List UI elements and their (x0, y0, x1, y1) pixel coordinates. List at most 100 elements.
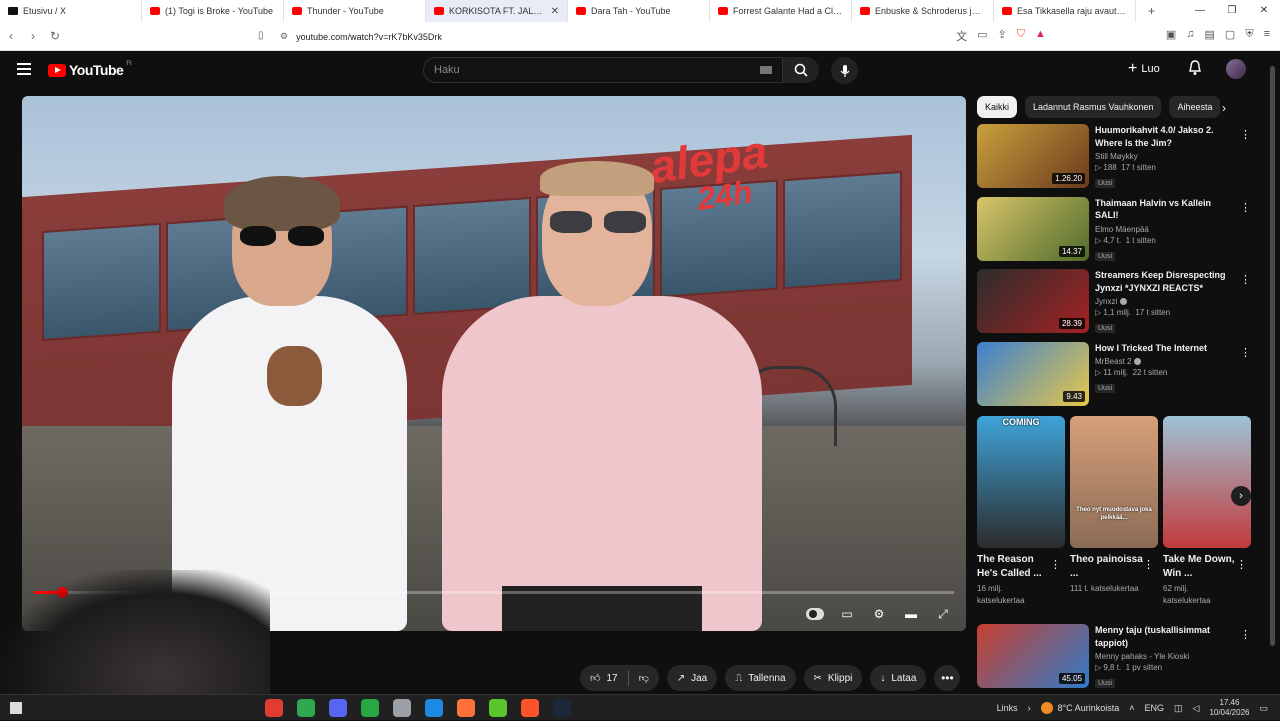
channel-name[interactable]: Jynxzi (1095, 297, 1117, 306)
filter-chip[interactable]: Ladannut Rasmus Vauhkonen (1025, 96, 1162, 118)
close-window-icon[interactable]: ✕ (1248, 0, 1280, 22)
start-icon[interactable] (10, 702, 22, 714)
video-title[interactable]: Streamers Keep Disrespecting Jynxzi *JYN… (1095, 269, 1235, 294)
video-thumbnail[interactable]: 1.26.20 (977, 124, 1089, 188)
volume-icon[interactable]: ◁ (1193, 703, 1200, 714)
wallet-icon[interactable]: ▢ (1225, 28, 1235, 44)
close-tab-icon[interactable]: ✕ (551, 6, 559, 17)
taskbar-app-icon[interactable] (521, 699, 539, 717)
create-button[interactable]: + Luo (1128, 60, 1160, 78)
minimize-icon[interactable]: — (1184, 0, 1216, 22)
more-vertical-icon[interactable]: ⋮ (1240, 628, 1251, 641)
list-item[interactable]: 28.39 Streamers Keep Disrespecting Jynxzi… (977, 269, 1267, 335)
taskbar-app-icon[interactable] (553, 699, 571, 717)
reload-icon[interactable]: ↻ (44, 29, 66, 43)
list-item[interactable]: 9.43 How I Tricked The Internet MrBeast 2 ▷… (977, 341, 1267, 408)
chevron-up-icon[interactable]: › (1028, 703, 1031, 713)
media-icon[interactable]: ♫ (1186, 28, 1194, 44)
cast-icon[interactable]: ▭ (977, 28, 987, 44)
more-vertical-icon[interactable]: ⋮ (1240, 346, 1251, 359)
video-thumbnail[interactable]: 28.39 (977, 269, 1089, 333)
vpn-icon[interactable]: ⛨ (1245, 28, 1253, 44)
dislike-button[interactable]: 👎︎ (639, 672, 649, 684)
hamburger-menu-icon[interactable] (17, 63, 31, 75)
theater-mode-icon[interactable]: ▬ (902, 605, 920, 623)
short-title[interactable]: Theo painoissa ... (1070, 553, 1144, 581)
voice-search-button[interactable] (831, 57, 858, 84)
sidebar-toggle-icon[interactable]: ▣ (1166, 28, 1176, 44)
new-tab-button[interactable]: + (1136, 4, 1167, 18)
fullscreen-icon[interactable]: ⤢ (934, 605, 952, 623)
video-thumbnail[interactable]: 45.05 (977, 624, 1089, 688)
youtube-logo[interactable]: YouTube FI (48, 61, 132, 78)
browser-tab[interactable]: Enbuske & Schroderus jakso (852, 0, 994, 22)
short-title[interactable]: Take Me Down, Win ... (1163, 553, 1237, 581)
short-item[interactable]: COMING The Reason He's Called ... 16 milj.… (977, 416, 1065, 616)
taskbar-app-icon[interactable] (425, 699, 443, 717)
bookmark-icon[interactable]: ▯ (258, 30, 264, 41)
more-vertical-icon[interactable]: ⋮ (1240, 201, 1251, 214)
short-item[interactable]: Take Me Down, Win ... 62 milj. katseluker… (1163, 416, 1251, 616)
video-title[interactable]: How I Tricked The Internet (1095, 342, 1235, 355)
short-thumbnail[interactable]: COMING (977, 416, 1065, 548)
video-title[interactable]: Thaimaan Halvin vs Kallein SALI! (1095, 197, 1235, 222)
download-button[interactable]: ↓ Lataa (870, 665, 927, 691)
taskbar-app-icon[interactable] (297, 699, 315, 717)
short-thumbnail[interactable]: Theo nyt muodostava joka pelkkää... (1070, 416, 1158, 548)
network-icon[interactable]: ◫ (1174, 703, 1183, 714)
video-thumbnail[interactable]: 9.43 (977, 341, 1089, 406)
search-button[interactable] (783, 57, 819, 83)
share-page-icon[interactable]: ⇪ (998, 28, 1007, 44)
more-actions-button[interactable]: ••• (934, 665, 961, 691)
back-icon[interactable]: ‹ (0, 29, 22, 43)
taskbar-app-icon[interactable] (457, 699, 475, 717)
filter-chip[interactable]: Aiheesta (1169, 96, 1221, 118)
video-title[interactable]: Menny taju (tuskallisimmat tappiot) (1095, 624, 1235, 649)
menu-icon[interactable]: ≡ (1264, 28, 1270, 44)
channel-name[interactable]: Still Møykky (1095, 152, 1138, 161)
channel-name[interactable]: MrBeast 2 (1095, 357, 1131, 366)
restore-icon[interactable]: ❐ (1216, 0, 1248, 22)
browser-tab[interactable]: Dara Tah - YouTube (568, 0, 710, 22)
forward-icon[interactable]: › (22, 29, 44, 43)
more-vertical-icon[interactable]: ⋮ (1240, 273, 1251, 286)
list-item[interactable]: 14.37 Thaimaan Halvin vs Kallein SALI! Elm… (977, 196, 1267, 263)
more-vertical-icon[interactable]: ⋮ (1240, 128, 1251, 141)
more-vertical-icon[interactable]: ⋮ (1236, 558, 1247, 571)
video-player[interactable]: alepa 24h ▭ ⚙ ▬ ⤢ (22, 96, 966, 631)
channel-name[interactable]: Elmo Mäenpää (1095, 225, 1149, 234)
language-indicator[interactable]: ENG (1144, 703, 1164, 713)
translate-icon[interactable]: 文 (956, 28, 967, 44)
video-title[interactable]: Huumorikahvit 4.0/ Jakso 2. Where Is the… (1095, 124, 1235, 149)
weather-widget[interactable]: 8°C Aurinkoista (1040, 702, 1119, 714)
browser-tab[interactable]: Thunder - YouTube (284, 0, 426, 22)
save-button[interactable]: ⎍ Tallenna (725, 665, 796, 691)
brave-rewards-icon[interactable]: ▲ (1035, 28, 1046, 44)
browser-tab[interactable]: Forrest Galante Had a Close Ca (710, 0, 852, 22)
list-item[interactable]: 45.05 Menny taju (tuskallisimmat tappiot… (977, 624, 1267, 690)
short-thumbnail[interactable] (1163, 416, 1251, 548)
browser-tab[interactable]: KORKISOTA FT. JALONE ✕ (426, 0, 568, 22)
page-scrollbar[interactable] (1269, 56, 1276, 690)
search-input[interactable]: Haku (423, 57, 783, 83)
browser-tab[interactable]: (1) Togi is Broke - YouTube (142, 0, 284, 22)
taskbar-app-icon[interactable] (393, 699, 411, 717)
subtitles-icon[interactable]: ▭ (838, 605, 856, 623)
channel-name[interactable]: Menny pahaks - Yle Kioski (1095, 652, 1189, 661)
links-toolbar[interactable]: Links (997, 703, 1018, 713)
chevron-right-icon[interactable]: › (1222, 101, 1226, 115)
notification-center-icon[interactable]: ▭ (1259, 703, 1268, 714)
short-item[interactable]: Theo nyt muodostava joka pelkkää... Theo … (1070, 416, 1158, 616)
tray-overflow-icon[interactable]: ˄ (1129, 703, 1134, 713)
like-button[interactable]: 👍︎ 17 (590, 672, 618, 685)
short-title[interactable]: The Reason He's Called ... (977, 553, 1051, 581)
more-vertical-icon[interactable]: ⋮ (1143, 558, 1154, 571)
brave-shield-icon[interactable]: ⛉ (1017, 28, 1025, 44)
taskbar-app-icon[interactable] (329, 699, 347, 717)
clip-button[interactable]: ✂ Klippi (803, 665, 863, 691)
settings-gear-icon[interactable]: ⚙ (870, 605, 888, 623)
account-avatar[interactable] (1226, 59, 1246, 79)
reading-list-icon[interactable]: ▤ (1205, 28, 1215, 44)
filter-chip[interactable]: Kaikki (977, 96, 1018, 118)
notifications-button[interactable] (1188, 60, 1202, 81)
